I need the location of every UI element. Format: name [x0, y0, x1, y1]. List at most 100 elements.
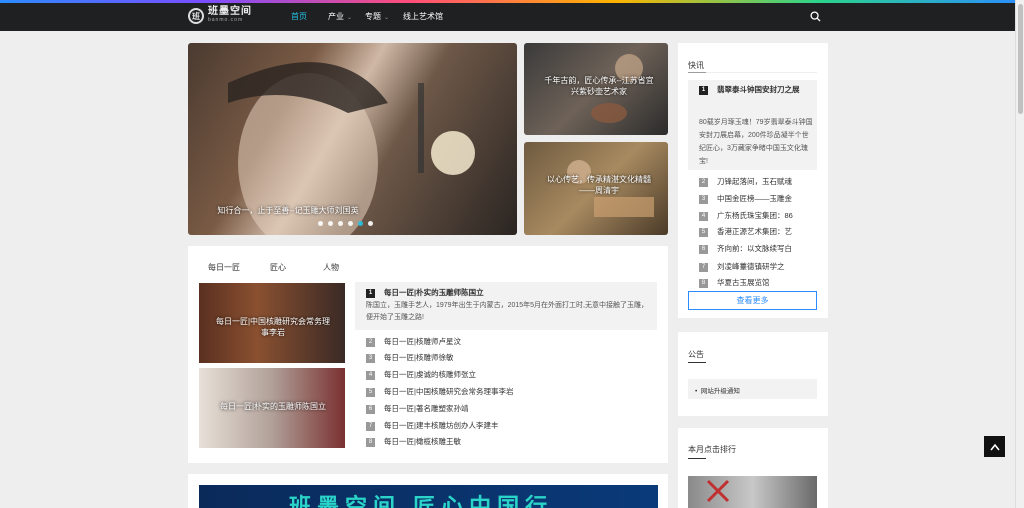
- tab-people[interactable]: 人物: [323, 262, 339, 273]
- top-nav: 班 班墨空间 banmo.com 首页 产业 ⌄ 专题 ⌄ 线上艺术馆: [0, 3, 1024, 31]
- rank-badge: 3: [366, 353, 375, 363]
- news-item-title: 刀锋起落间，玉石赋魂: [717, 177, 792, 186]
- slider-dot[interactable]: [338, 221, 343, 226]
- side-slide-image-1[interactable]: 千年古韵，匠心传承--江苏省宜兴紫砂壶艺术家: [524, 43, 668, 135]
- nav-home[interactable]: 首页: [291, 11, 307, 22]
- tab-daily-craftsman[interactable]: 每日一匠: [208, 262, 240, 273]
- news-top-title[interactable]: 1 翡翠泰斗钟国安封刀之展: [699, 82, 815, 98]
- list-item[interactable]: 4 每日一匠|虔诚的核雕师张立: [366, 369, 476, 380]
- side-slide-caption-2: 以心传艺，传承精湛文化精髓——周清宇: [547, 175, 651, 195]
- nav-topics-label: 专题: [365, 12, 381, 21]
- notice-title-underline: [688, 362, 706, 363]
- list-item-title: 每日一匠|虔诚的核雕师张立: [384, 370, 476, 379]
- slider-dot[interactable]: [368, 221, 373, 226]
- list-item-title: 每日一匠|著名雕塑家孙靖: [384, 404, 469, 413]
- news-item[interactable]: 8 华夏古玉展览馆: [699, 277, 817, 288]
- rank-badge: 4: [366, 370, 375, 380]
- list-item[interactable]: 3 每日一匠|核雕师徐敏: [366, 352, 453, 363]
- list-item[interactable]: 8 每日一匠|橄榄核雕王敏: [366, 436, 461, 447]
- rank-badge: 8: [699, 278, 708, 288]
- feature-top-title-text: 每日一匠|朴实的玉雕师陈国立: [384, 288, 484, 297]
- chevron-up-icon: [989, 443, 1000, 450]
- list-item[interactable]: 5 每日一匠|中国核雕研究会常务理事李岩: [366, 386, 513, 397]
- news-item-title: 中国金匠榜——玉雕金: [717, 194, 792, 203]
- rank-badge: 1: [699, 85, 708, 95]
- notice-title: 公告: [688, 350, 704, 359]
- banner-text: 班墨空间 匠心中国行: [289, 494, 554, 508]
- news-item[interactable]: 3 中国金匠榜——玉雕金: [699, 193, 817, 204]
- list-item[interactable]: 7 每日一匠|建丰核雕坊创办人李建丰: [366, 420, 498, 431]
- nav-industry[interactable]: 产业 ⌄: [328, 11, 352, 22]
- news-item-title: 齐向前：以文脉续写白: [717, 244, 792, 253]
- main-slide-caption: 知行合一，止于至善--记玉雕大师刘国英: [217, 206, 359, 215]
- news-item-title: 华夏古玉展览馆: [717, 278, 770, 287]
- list-item[interactable]: 6 每日一匠|著名雕塑家孙靖: [366, 403, 468, 414]
- slider-dots: [318, 221, 373, 226]
- list-item-title: 每日一匠|核雕师卢星汶: [384, 337, 461, 346]
- news-item[interactable]: 7 刘凌峰薹德镇研学之: [699, 261, 817, 272]
- list-item[interactable]: 2 每日一匠|核雕师卢星汶: [366, 336, 461, 347]
- logo-title: 班墨空间: [208, 6, 252, 17]
- feature-photo-caption-1: 每日一匠|中国核雕研究会常务理事李岩: [215, 317, 331, 337]
- tab-craftsmanship[interactable]: 匠心: [270, 262, 286, 273]
- monthly-ranking-image[interactable]: [688, 476, 817, 508]
- ranking-photo: [706, 479, 730, 503]
- search-icon[interactable]: [810, 11, 821, 22]
- feature-photo-1[interactable]: 每日一匠|中国核雕研究会常务理事李岩: [199, 283, 345, 363]
- news-item[interactable]: 2 刀锋起落间，玉石赋魂: [699, 176, 817, 187]
- news-item[interactable]: 5 香港正源艺术集团：艺: [699, 226, 817, 237]
- rank-badge: 5: [366, 387, 375, 397]
- monthly-ranking-title: 本月点击排行: [688, 445, 736, 454]
- nav-topics[interactable]: 专题 ⌄: [365, 11, 389, 22]
- side-slide-image-2[interactable]: 以心传艺，传承精湛文化精髓——周清宇: [524, 142, 668, 235]
- slider-dot[interactable]: [348, 221, 353, 226]
- slider-dot[interactable]: [318, 221, 323, 226]
- news-item-title: 刘凌峰薹德镇研学之: [717, 262, 785, 271]
- page-scrollbar[interactable]: [1015, 0, 1024, 508]
- news-item-title: 香港正源艺术集团：艺: [717, 227, 792, 236]
- side-slide-caption-1: 千年古韵，匠心传承--江苏省宜兴紫砂壶艺术家: [544, 76, 654, 96]
- rank-badge: 6: [699, 244, 708, 254]
- feature-top-title[interactable]: 1 每日一匠|朴实的玉雕师陈国立: [366, 287, 484, 298]
- list-item-title: 每日一匠|橄榄核雕王敏: [384, 437, 461, 446]
- list-item-title: 每日一匠|建丰核雕坊创办人李建丰: [384, 421, 499, 430]
- back-to-top-button[interactable]: [984, 436, 1005, 457]
- list-item-title: 每日一匠|核雕师徐敏: [384, 353, 454, 362]
- news-top-desc: 80载岁月琢玉魂！79岁翡翠泰斗钟国安封刀展启幕，200件珍品凝半个世纪匠心，3…: [699, 119, 813, 165]
- news-item[interactable]: 4 广东杨氏珠宝集团：86: [699, 210, 817, 221]
- view-more-button[interactable]: 查看更多: [688, 291, 817, 310]
- notice-item[interactable]: • 网站升级通知: [695, 385, 740, 395]
- chevron-down-icon: ⌄: [384, 15, 390, 21]
- rank-badge: 2: [699, 177, 708, 187]
- rank-badge: 2: [366, 337, 375, 347]
- news-item[interactable]: 6 齐向前：以文脉续写白: [699, 243, 817, 254]
- logo-mark-icon: 班: [188, 8, 204, 24]
- scrollbar-thumb[interactable]: [1018, 4, 1023, 114]
- feature-photo-2[interactable]: 每日一匠|朴实的玉雕师陈国立: [199, 368, 345, 448]
- notice-item-text: 网站升级通知: [700, 388, 740, 395]
- news-divider: [688, 72, 817, 73]
- news-title: 快讯: [688, 61, 704, 70]
- rank-badge: 1: [366, 288, 375, 298]
- logo-subtitle: banmo.com: [208, 17, 244, 23]
- site-logo[interactable]: 班 班墨空间 banmo.com: [188, 7, 252, 25]
- chevron-down-icon: ⌄: [347, 15, 353, 21]
- slider-dot[interactable]: [328, 221, 333, 226]
- rank-badge: 4: [699, 211, 708, 221]
- nav-industry-label: 产业: [328, 12, 344, 21]
- slider-dot-active[interactable]: [358, 221, 363, 226]
- banner-image[interactable]: 班墨空间 匠心中国行: [199, 485, 658, 508]
- news-top-title-text: 翡翠泰斗钟国安封刀之展: [717, 85, 800, 94]
- rank-badge: 7: [699, 262, 708, 272]
- rank-badge: 7: [366, 421, 375, 431]
- feature-top-desc: 陈国立，玉雕手艺人，1979年出生于内蒙古，2015年5月在外面打工时,无意中接…: [366, 302, 648, 321]
- rank-badge: 5: [699, 227, 708, 237]
- list-item-title: 每日一匠|中国核雕研究会常务理事李岩: [384, 387, 514, 396]
- nav-online-gallery[interactable]: 线上艺术馆: [403, 11, 443, 22]
- main-slide-image[interactable]: 知行合一，止于至善--记玉雕大师刘国英: [188, 43, 517, 235]
- rank-badge: 8: [366, 437, 375, 447]
- news-item-title: 广东杨氏珠宝集团：86: [717, 211, 793, 220]
- notice-card: [678, 332, 828, 416]
- rank-badge: 3: [699, 194, 708, 204]
- monthly-ranking-underline: [688, 458, 706, 459]
